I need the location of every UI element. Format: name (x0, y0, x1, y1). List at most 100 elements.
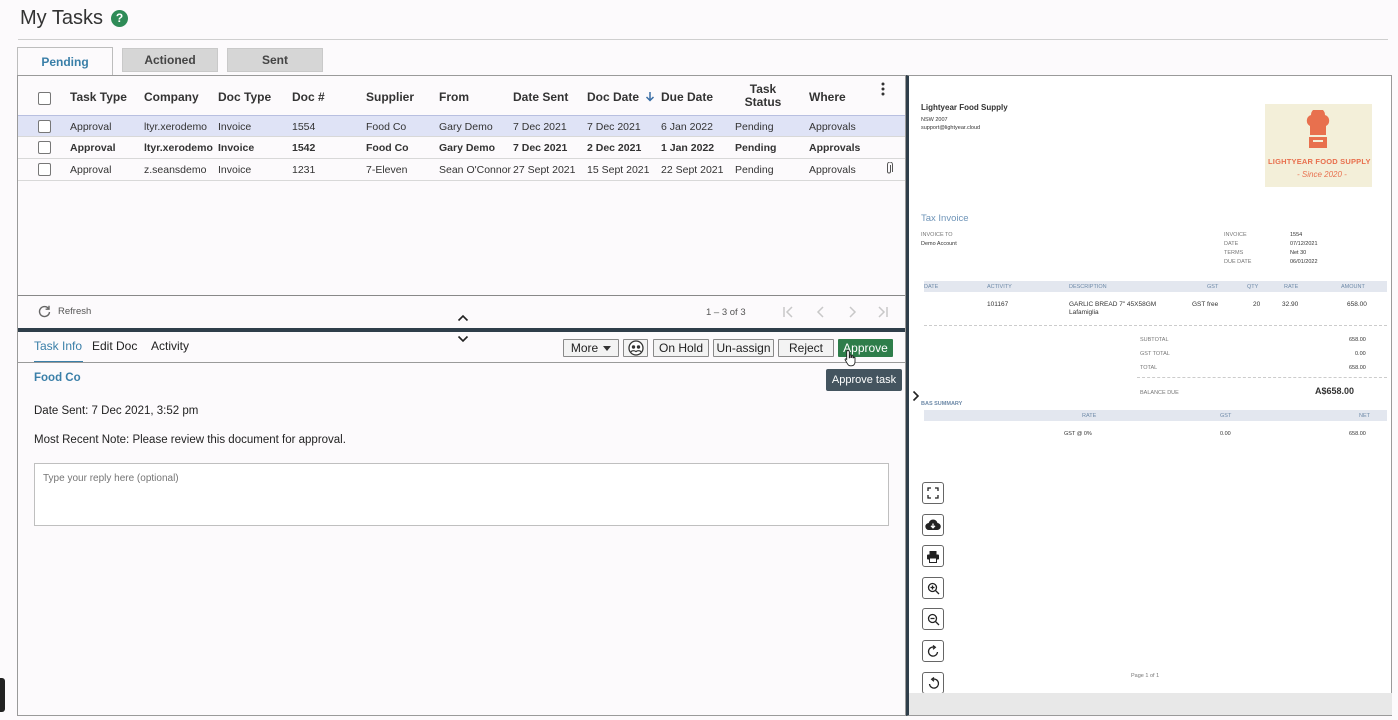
col-doc-date[interactable]: Doc Date (587, 90, 655, 104)
rotate-left-button[interactable] (922, 672, 944, 694)
col-where[interactable]: Where (809, 90, 846, 104)
select-all-checkbox[interactable] (38, 92, 51, 105)
table-row[interactable]: Approval ltyr.xerodemo Invoice 1542 Food… (18, 137, 905, 159)
logo-subtext: - Since 2020 - (1297, 170, 1347, 179)
tab-edit-doc[interactable]: Edit Doc (92, 339, 137, 353)
viewer-bottom-bar (909, 693, 1392, 715)
refresh-button[interactable]: Refresh (38, 305, 91, 318)
fullscreen-button[interactable] (922, 482, 944, 504)
balance-value: A$658.00 (1315, 386, 1355, 396)
next-page-icon[interactable] (845, 305, 859, 319)
cell-doc-type: Invoice (218, 164, 252, 176)
page-indicator: Page 1 of 1 (1131, 673, 1160, 679)
gst-total-value: 0.00 (1355, 351, 1366, 357)
tab-sent[interactable]: Sent (227, 48, 323, 72)
help-icon[interactable]: ? (110, 9, 128, 27)
meta-label: DATE (1224, 241, 1239, 247)
row-checkbox[interactable] (38, 141, 51, 154)
reject-button[interactable]: Reject (778, 339, 834, 357)
line-header: ACTIVITY (987, 284, 1012, 290)
col-supplier[interactable]: Supplier (366, 90, 414, 104)
bas-gst: 0.00 (1220, 431, 1231, 437)
cell-date-sent: 27 Sept 2021 (513, 164, 576, 176)
col-date-sent[interactable]: Date Sent (513, 90, 568, 104)
invoice-doc-title: Tax Invoice (921, 213, 969, 224)
rotate-right-button[interactable] (922, 640, 944, 662)
meta-value: 06/01/2022 (1290, 259, 1318, 265)
cell-due-date: 1 Jan 2022 (661, 142, 715, 154)
more-button[interactable]: More (563, 339, 619, 357)
cell-doc-date: 7 Dec 2021 (587, 121, 641, 133)
cell-supplier: Food Co (366, 142, 409, 154)
col-company[interactable]: Company (144, 90, 199, 104)
hand-cursor-icon (844, 350, 856, 367)
line-description-2: Lafamiglia (1069, 309, 1099, 316)
cell-doc-number: 1554 (292, 121, 316, 133)
tab-actioned[interactable]: Actioned (122, 48, 218, 72)
zoom-in-button[interactable] (922, 577, 944, 599)
col-doc-type[interactable]: Doc Type (218, 90, 271, 104)
line-header: AMOUNT (1341, 284, 1365, 290)
line-gst: GST free (1192, 301, 1219, 308)
collapse-viewer-icon[interactable] (912, 390, 920, 402)
cell-doc-type: Invoice (218, 142, 255, 154)
tab-pending[interactable]: Pending (17, 47, 113, 76)
column-options-icon[interactable] (880, 82, 886, 96)
collapse-down-icon[interactable] (457, 335, 469, 344)
table-row[interactable]: Approval z.seansdemo Invoice 1231 7-Elev… (18, 159, 905, 181)
meta-label: INVOICE (1224, 232, 1247, 238)
cell-date-sent: 7 Dec 2021 (513, 121, 567, 133)
task-tabs: Pending Actioned Sent (17, 47, 332, 76)
recent-note-label: Most Recent Note: (34, 434, 130, 446)
cell-where: Approvals (809, 121, 856, 133)
cell-from: Gary Demo (439, 142, 496, 154)
pane-splitter[interactable] (18, 328, 905, 332)
document-viewer: Lightyear Food Supply NSW 2007 support@l… (906, 75, 1392, 716)
fullscreen-icon (927, 487, 939, 499)
on-hold-button[interactable]: On Hold (653, 339, 709, 357)
download-button[interactable] (922, 514, 944, 536)
prev-page-icon[interactable] (814, 305, 828, 319)
attachment-icon[interactable] (885, 162, 893, 175)
cell-company: z.seansdemo (144, 164, 207, 176)
expand-up-icon[interactable] (457, 313, 469, 322)
col-task-status[interactable]: Task Status (738, 83, 788, 109)
col-doc-date-label: Doc Date (587, 90, 640, 104)
col-task-type[interactable]: Task Type (70, 90, 127, 104)
zoom-out-icon (927, 613, 939, 625)
invoice-to-value: Demo Account (921, 241, 957, 247)
refresh-label: Refresh (58, 306, 92, 317)
col-doc-number[interactable]: Doc # (292, 90, 325, 104)
row-checkbox[interactable] (38, 120, 51, 133)
first-page-icon[interactable] (781, 305, 795, 319)
bas-header-cell: RATE (1082, 413, 1097, 419)
totals-divider (1137, 377, 1387, 378)
cell-doc-number: 1542 (292, 142, 316, 154)
meta-value: 1554 (1290, 232, 1303, 238)
approve-tooltip: Approve task (826, 369, 902, 391)
unassign-button[interactable]: Un-assign (713, 339, 774, 357)
assign-users-button[interactable] (623, 339, 648, 357)
print-button[interactable] (922, 545, 944, 567)
users-icon (627, 340, 644, 356)
page-header: My Tasks ? (20, 6, 128, 30)
recent-note-value: Please review this document for approval… (132, 434, 346, 446)
col-from[interactable]: From (439, 90, 469, 104)
invoice-address: NSW 2007 (921, 117, 948, 123)
task-list-pane: Task Type Company Doc Type Doc # Supplie… (17, 75, 906, 716)
line-amount: 658.00 (1347, 301, 1367, 308)
zoom-out-button[interactable] (922, 608, 944, 630)
side-handle[interactable] (0, 678, 5, 712)
reply-input[interactable] (34, 463, 889, 526)
cell-task-status: Pending (735, 164, 774, 176)
col-due-date[interactable]: Due Date (661, 90, 713, 104)
bas-header-cell: NET (1359, 413, 1370, 419)
table-row[interactable]: Approval ltyr.xerodemo Invoice 1554 Food… (18, 115, 905, 137)
cell-supplier: Food Co (366, 121, 407, 133)
chef-hat-icon (1306, 110, 1330, 148)
tab-activity[interactable]: Activity (151, 339, 189, 353)
last-page-icon[interactable] (876, 305, 890, 319)
line-header: DATE (924, 284, 939, 290)
row-checkbox[interactable] (38, 163, 51, 176)
tab-task-info[interactable]: Task Info (34, 339, 82, 353)
